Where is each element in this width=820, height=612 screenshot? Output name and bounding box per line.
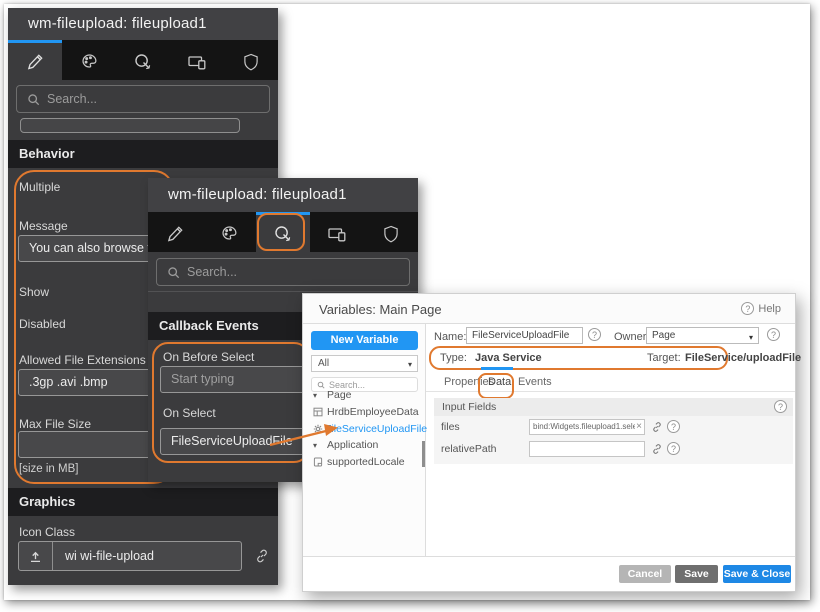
devices-icon <box>187 52 207 72</box>
relativepath-help-icon[interactable]: ? <box>667 442 680 455</box>
cropped-input[interactable] <box>20 118 240 133</box>
panel2-tabbar <box>148 212 418 252</box>
filter-value: All <box>318 358 330 369</box>
tab-devices[interactable] <box>170 40 224 80</box>
chevron-down-icon: ▾ <box>748 333 753 342</box>
tab-data[interactable]: Data <box>488 376 511 388</box>
allowed-file-extensions-label: Allowed File Extensions <box>19 353 146 367</box>
owner-value: Page <box>652 330 676 341</box>
target-value: FileService/uploadFile <box>685 352 802 364</box>
palette-icon <box>80 52 99 71</box>
owner-select[interactable]: Page ▾ <box>646 327 759 344</box>
relativepath-label: relativePath <box>441 443 497 455</box>
panel1-search-input[interactable]: Search... <box>16 85 270 113</box>
tab-security[interactable] <box>364 212 418 252</box>
show-label: Show <box>19 285 50 299</box>
sidebar-scrollbar[interactable] <box>422 441 425 467</box>
variables-dialog: Variables: Main Page ? Help New Variable… <box>302 293 801 592</box>
files-input[interactable]: bind:Widgets.fileupload1.selectedFiles × <box>529 419 645 435</box>
panel2-title: wm-fileupload: fileupload1 <box>148 178 418 212</box>
behavior-section-header: Behavior <box>8 140 278 168</box>
tab-security[interactable] <box>224 40 278 80</box>
bind-link-icon[interactable] <box>651 443 663 455</box>
new-variable-button[interactable]: New Variable <box>311 331 418 350</box>
variable-item-supportedlocale[interactable]: supportedLocale <box>303 454 425 470</box>
bind-link-icon[interactable] <box>651 421 663 433</box>
type-value: Java Service <box>475 352 542 364</box>
max-file-size-label: Max File Size <box>19 417 92 431</box>
on-before-select-label: On Before Select <box>163 350 255 364</box>
dialog-title: Variables: Main Page <box>319 302 442 317</box>
panel2-search-input[interactable]: Search... <box>156 258 410 286</box>
multiple-label: Multiple <box>19 180 61 194</box>
files-value: bind:Widgets.fileupload1.selectedFiles <box>533 422 636 431</box>
tab-events[interactable] <box>256 212 310 252</box>
name-help-icon[interactable]: ? <box>588 328 601 341</box>
tabs-divider <box>426 391 795 392</box>
save-and-close-button[interactable]: Save & Close <box>723 565 791 583</box>
pencil-icon <box>166 224 185 243</box>
on-select-label: On Select <box>163 406 216 420</box>
size-hint: [size in MB] <box>19 463 79 475</box>
cancel-button[interactable]: Cancel <box>619 565 671 583</box>
selected-tab-indicator <box>481 367 513 370</box>
chevron-down-icon: ▾ <box>313 390 318 400</box>
document-icon <box>313 457 325 467</box>
tab-properties[interactable]: Properties <box>444 376 494 388</box>
tab-edit[interactable] <box>8 40 62 80</box>
input-fields-header: Input Fields ? <box>434 398 793 416</box>
icon-class-input[interactable]: wi wi-file-upload <box>18 541 242 571</box>
dialog-header: Variables: Main Page ? Help <box>303 294 795 324</box>
group-label: Page <box>327 389 352 401</box>
screenshot-stage: wm-fileupload: fileupload1 Search... Beh… <box>0 0 820 612</box>
panel1-search-placeholder: Search... <box>47 92 98 106</box>
tab-edit[interactable] <box>148 212 202 252</box>
help-icon: ? <box>741 302 755 315</box>
annotation-arrow <box>269 424 338 447</box>
name-input[interactable]: FileServiceUploadFile <box>466 327 583 344</box>
devices-icon <box>327 224 347 244</box>
divider <box>148 291 418 292</box>
shield-icon <box>242 52 260 71</box>
files-help-icon[interactable]: ? <box>667 420 680 433</box>
chevron-down-icon: ▾ <box>407 360 412 369</box>
icon-class-label: Icon Class <box>19 525 76 539</box>
dialog-footer: Cancel Save Save & Close <box>303 556 795 591</box>
files-label: files <box>441 421 460 433</box>
save-button[interactable]: Save <box>675 565 718 583</box>
graphics-section-header: Graphics <box>8 488 278 516</box>
tab-styles[interactable] <box>62 40 116 80</box>
icon-class-value: wi wi-file-upload <box>65 548 154 563</box>
search-icon <box>27 93 40 106</box>
tab-events[interactable]: Events <box>518 376 552 388</box>
type-target-annotation <box>429 346 728 370</box>
panel2-search-placeholder: Search... <box>187 265 238 279</box>
variable-filter-select[interactable]: All ▾ <box>311 355 418 372</box>
panel1-title: wm-fileupload: fileupload1 <box>8 8 278 40</box>
relativepath-input[interactable] <box>529 441 645 457</box>
tab-devices[interactable] <box>310 212 364 252</box>
variable-group-page[interactable]: ▾ Page <box>303 387 425 403</box>
events-pointer-icon <box>133 52 153 72</box>
help-link[interactable]: ? Help <box>741 302 781 315</box>
pencil-icon <box>26 52 45 71</box>
palette-icon <box>220 224 239 243</box>
input-fields-help-icon[interactable]: ? <box>774 400 787 413</box>
type-label: Type: <box>440 352 467 364</box>
file-upload-icon <box>19 542 53 570</box>
disabled-label: Disabled <box>19 317 66 331</box>
target-label: Target: <box>647 352 681 364</box>
list-item-label: supportedLocale <box>327 456 405 468</box>
clear-icon[interactable]: × <box>636 420 642 434</box>
shield-icon <box>382 224 400 243</box>
tab-events[interactable] <box>116 40 170 80</box>
search-icon <box>167 266 180 279</box>
owner-help-icon[interactable]: ? <box>767 328 780 341</box>
message-label: Message <box>19 219 68 233</box>
panel1-tabbar <box>8 40 278 80</box>
tab-styles[interactable] <box>202 212 256 252</box>
events-pointer-icon <box>273 224 293 244</box>
bind-link-icon[interactable] <box>254 548 270 564</box>
help-label: Help <box>758 302 781 315</box>
